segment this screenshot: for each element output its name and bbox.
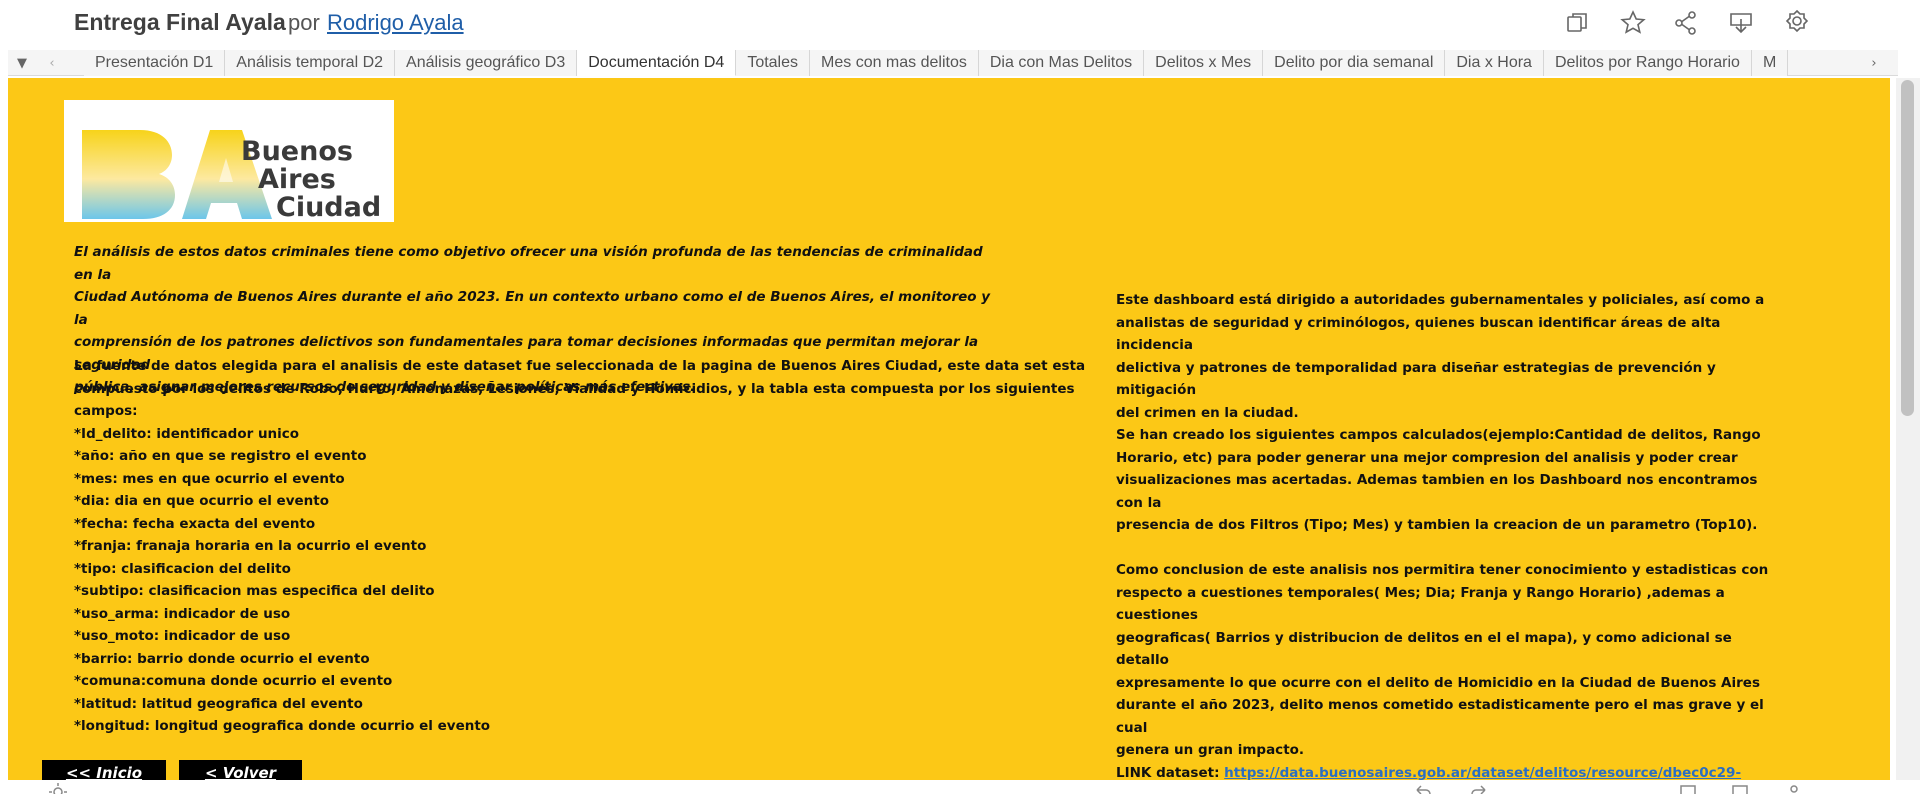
favorite-star-icon[interactable]	[1619, 9, 1647, 37]
duplicate-icon[interactable]	[1563, 9, 1591, 37]
field-description-line: *año: año en que se registro el evento	[74, 448, 367, 464]
intro-line: Ciudad Autónoma de Buenos Aires durante …	[74, 289, 991, 328]
sheet-tab[interactable]: Dia con Mas Delitos	[978, 50, 1145, 76]
sheet-tabs: Presentación D1 Análisis temporal D2 Análi…	[84, 50, 1844, 76]
sheet-tab[interactable]: Análisis geográfico D3	[395, 50, 578, 76]
sheet-tab[interactable]: Delitos por Rango Horario	[1543, 50, 1752, 76]
audience-line: del crimen en la ciudad.	[1116, 404, 1299, 421]
workbook-header: Entrega Final Ayala por Rodrigo Ayala	[0, 0, 1920, 46]
audience-line: analistas de seguridad y criminólogos, q…	[1116, 314, 1721, 354]
field-description-line: *latitud: latitud geografica del evento	[74, 695, 363, 712]
field-description-line: *barrio: barrio donde ocurrio el evento	[74, 650, 370, 667]
audience-line: Se han creado los siguientes campos calc…	[1116, 427, 1761, 443]
source-line: campos:	[74, 403, 138, 419]
audience-line: Horario, etc) para poder generar una mej…	[1116, 449, 1738, 466]
sheet-tab-bar: ▼ ‹ Presentación D1 Análisis temporal D2 A…	[8, 50, 1898, 76]
bottom-toolbar	[0, 780, 1920, 794]
download-icon[interactable]	[1727, 9, 1755, 37]
conclusion-line: respecto a cuestiones temporales( Mes; D…	[1116, 584, 1725, 624]
sheet-tab[interactable]: Mes con mas delitos	[810, 50, 979, 76]
documentation-dashboard: Buenos Aires Ciudad El análisis de estos…	[8, 78, 1890, 780]
audience-paragraph: Este dashboard está dirigido a autoridad…	[1116, 289, 1776, 537]
sheet-tab[interactable]: Presentación D1	[84, 50, 226, 76]
audience-line: Este dashboard está dirigido a autoridad…	[1116, 292, 1765, 308]
badge-icon[interactable]	[1783, 9, 1811, 37]
field-description-line: *fecha: fecha exacta del evento	[74, 515, 316, 532]
conclusion-line: genera un gran impacto.	[1116, 742, 1305, 758]
vertical-scrollbar[interactable]	[1896, 78, 1920, 780]
field-description-line: *tipo: clasificacion del delito	[74, 560, 291, 577]
logo-text-ciudad: Ciudad	[276, 192, 381, 222]
field-description-line: *longitud: longitud geografica donde ocu…	[74, 718, 491, 734]
comment-icon[interactable]	[1678, 782, 1698, 794]
audience-line: presencia de dos Filtros (Tipo; Mes) y t…	[1116, 517, 1758, 533]
audience-line: visualizaciones mas acertadas. Ademas ta…	[1116, 472, 1758, 511]
conclusion-paragraph: Como conclusion de este analisis nos per…	[1116, 559, 1776, 762]
field-description-line: *franja: franaja horaria en la ocurrio e…	[74, 538, 427, 554]
field-description-line: *Id_delito: identificador unico	[74, 425, 300, 442]
field-description-line: *uso_moto: indicador de uso	[74, 628, 291, 644]
audience-and-conclusion-text: Este dashboard está dirigido a autoridad…	[1116, 289, 1776, 780]
source-line: La fuente de datos elegida para el anali…	[74, 358, 1086, 374]
tabs-scroll-left-icon[interactable]: ‹	[38, 50, 66, 76]
sheet-tab[interactable]: Dia x Hora	[1445, 50, 1544, 76]
conclusion-line: Como conclusion de este analisis nos per…	[1116, 562, 1769, 578]
dataset-link-label: LINK dataset:	[1116, 764, 1220, 781]
field-description-line: *dia: dia en que ocurrio el evento	[74, 493, 329, 509]
author-link[interactable]: Rodrigo Ayala	[327, 10, 464, 36]
sheet-tab[interactable]: M	[1751, 50, 1789, 76]
intro-line: El análisis de estos datos criminales ti…	[74, 244, 983, 283]
audience-line: delictiva y patrones de temporalidad par…	[1116, 359, 1716, 399]
field-description-line: *uso_arma: indicador de uso	[74, 605, 291, 622]
sheet-tab[interactable]: Delitos x Mes	[1144, 50, 1264, 76]
sheet-tab[interactable]: Análisis temporal D2	[225, 50, 396, 76]
source-line: compuesto por los delitos de Robo, Hurto…	[74, 380, 1075, 397]
settings-icon[interactable]	[48, 782, 68, 794]
sheet-tab[interactable]: Documentación D4	[577, 50, 737, 76]
tabs-menu-dropdown-icon[interactable]: ▼	[8, 50, 36, 76]
workbook-title: Entrega Final Ayala	[74, 9, 286, 35]
logo-text-aires: Aires	[258, 164, 336, 195]
share-icon[interactable]	[1672, 9, 1700, 37]
fullscreen-icon[interactable]	[1730, 782, 1750, 794]
field-description-line: *comuna:comuna donde ocurrio el evento	[74, 673, 393, 689]
by-label: por	[288, 10, 320, 35]
user-icon[interactable]	[1784, 782, 1804, 794]
buenos-aires-ciudad-logo: Buenos Aires Ciudad	[64, 100, 394, 223]
conclusion-line: geograficas( Barrios y distribucion de d…	[1116, 629, 1732, 669]
sheet-tab[interactable]: Totales	[736, 50, 811, 76]
conclusion-line: durante el año 2023, delito menos cometi…	[1116, 697, 1764, 736]
sheet-tab[interactable]: Delito por dia semanal	[1263, 50, 1446, 76]
undo-icon[interactable]	[1413, 782, 1433, 794]
inicio-button[interactable]: << Inicio	[42, 760, 166, 780]
logo-text-buenos: Buenos	[241, 136, 353, 167]
redo-icon[interactable]	[1469, 782, 1489, 794]
dataset-fields-description: La fuente de datos elegida para el anali…	[74, 355, 1086, 738]
field-description-line: *mes: mes en que ocurrio el evento	[74, 470, 345, 487]
dataset-link-row: LINK dataset: https://data.buenosaires.g…	[1116, 762, 1776, 781]
conclusion-line: expresamente lo que ocurre con el delito…	[1116, 674, 1760, 691]
volver-button[interactable]: < Volver	[179, 760, 302, 780]
scrollbar-thumb[interactable]	[1901, 80, 1914, 416]
field-description-line: *subtipo: clasificacion mas especifica d…	[74, 583, 435, 599]
tabs-scroll-right-icon[interactable]: ›	[1860, 50, 1888, 76]
